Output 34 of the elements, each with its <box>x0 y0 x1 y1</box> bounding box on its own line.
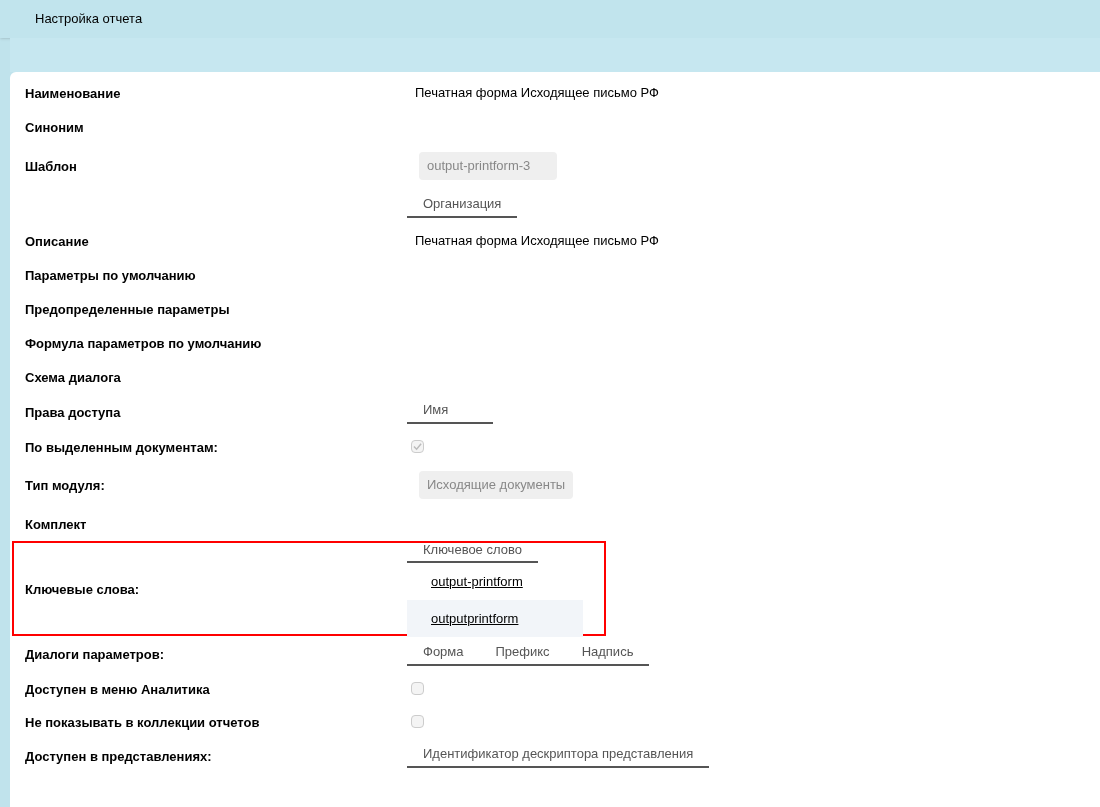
column-header[interactable]: Форма <box>423 642 464 662</box>
checkbox[interactable] <box>411 715 424 728</box>
field-label: Описание <box>25 234 89 249</box>
table-row[interactable]: outputprintform <box>407 600 583 638</box>
column-header[interactable]: Ключевое слово <box>423 539 522 560</box>
field-value: Печатная форма Исходящее письмо РФ <box>415 84 659 103</box>
page-title: Настройка отчета <box>35 10 143 29</box>
keyword-link[interactable]: output-printform <box>431 572 523 592</box>
column-header[interactable]: Организация <box>423 194 502 214</box>
field-label: Права доступа <box>25 405 121 420</box>
field-label: Схема диалога <box>25 370 121 385</box>
field-label: Наименование <box>25 86 121 101</box>
keyword-link[interactable]: outputprintform <box>431 609 519 629</box>
field-label: Комплект <box>25 517 87 532</box>
field-label: Формула параметров по умолчанию <box>25 336 262 351</box>
field-label: Доступен в представлениях: <box>25 749 212 764</box>
field-label: Параметры по умолчанию <box>25 268 196 283</box>
field-value: Печатная форма Исходящее письмо РФ <box>415 232 659 251</box>
column-header[interactable]: Надпись <box>581 642 634 662</box>
column-header[interactable]: Идентификатор дескриптора представления <box>423 744 694 764</box>
checkbox[interactable] <box>411 682 424 695</box>
check-icon <box>413 442 422 451</box>
field-label: Не показывать в коллекции отчетов <box>25 714 260 730</box>
column-header[interactable]: Префикс <box>495 642 550 662</box>
field-label: Тип модуля: <box>25 478 105 493</box>
field-label: Синоним <box>25 120 84 135</box>
column-header[interactable]: Имя <box>423 400 449 420</box>
field-label: Ключевые слова: <box>25 581 140 597</box>
field-label: Шаблон <box>25 159 77 174</box>
field-label: Доступен в меню Аналитика <box>25 681 210 697</box>
field-label: По выделенным документам: <box>25 439 218 455</box>
checkbox[interactable] <box>411 440 424 453</box>
field-label: Предопределенные параметры <box>25 302 230 317</box>
field-label: Диалоги параметров: <box>25 647 165 662</box>
